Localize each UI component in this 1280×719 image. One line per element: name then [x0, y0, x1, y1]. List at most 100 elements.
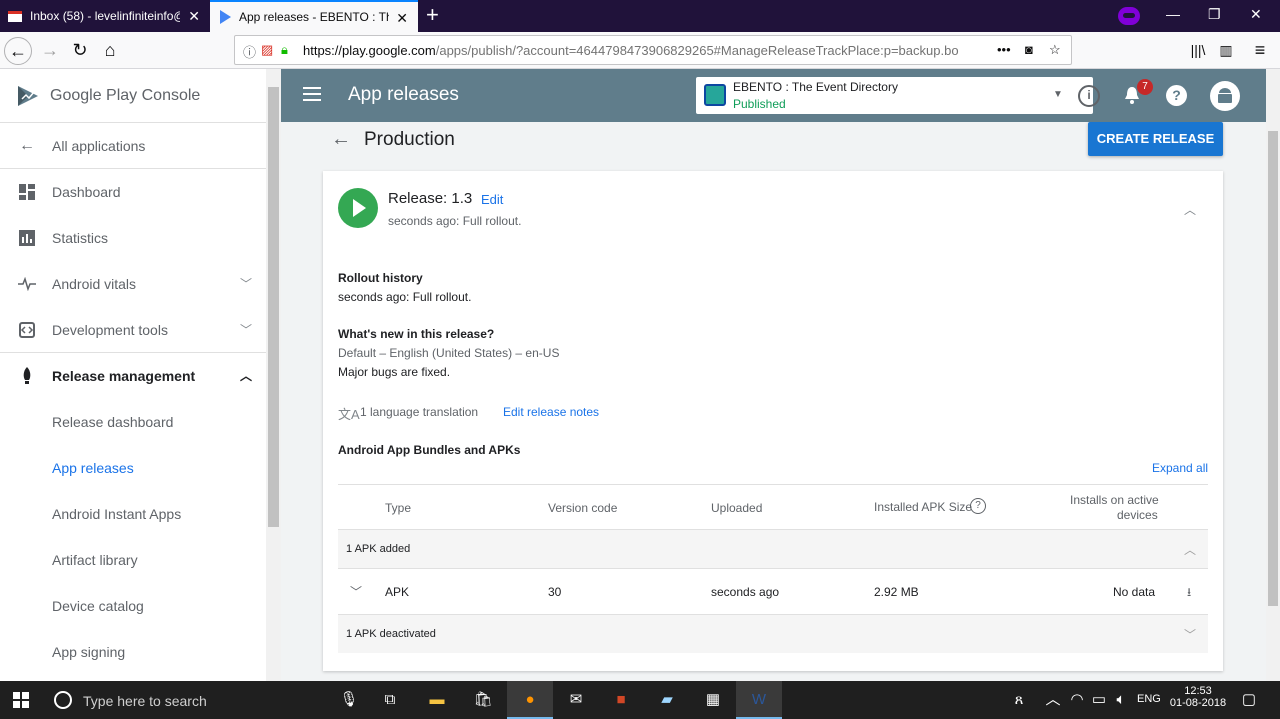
chevron-down-icon[interactable]: ﹀	[240, 321, 252, 338]
cell-uploaded: seconds ago	[711, 585, 780, 599]
help-circle-icon[interactable]: ?	[970, 498, 986, 514]
bar-chart-icon	[18, 229, 36, 247]
new-tab-button[interactable]: +	[426, 3, 439, 27]
table-row[interactable]: ﹀ APK 30 seconds ago 2.92 MB No data ⭳	[338, 568, 1208, 614]
forward-button[interactable]: →	[36, 37, 64, 65]
calculator-icon[interactable]: ▦	[702, 690, 724, 710]
sidebar-item-artifact-library[interactable]: Artifact library	[0, 537, 280, 583]
column-header-uploaded: Uploaded	[711, 501, 763, 515]
bundles-label: Android App Bundles and APKs	[338, 443, 521, 457]
close-window-icon[interactable]: ✕	[1250, 6, 1262, 23]
group-row-apk-deactivated[interactable]: 1 APK deactivated ﹀	[338, 614, 1208, 653]
sidebar-toggle-icon[interactable]: ▥	[1212, 37, 1240, 65]
task-view-icon[interactable]: ⧉	[379, 690, 401, 710]
sidebar-item-release-dashboard[interactable]: Release dashboard	[0, 399, 280, 445]
search-placeholder: Type here to search	[83, 693, 207, 709]
sidebar-item-label: Android vitals	[52, 276, 137, 292]
windows-start-icon[interactable]	[13, 692, 29, 708]
sidebar-item-statistics[interactable]: Statistics	[0, 215, 280, 261]
main-scrollbar[interactable]	[1266, 69, 1280, 681]
chevron-down-icon[interactable]: ﹀	[240, 275, 252, 292]
battery-icon[interactable]: ▭	[1088, 690, 1110, 710]
scrollbar-thumb[interactable]	[268, 87, 279, 527]
tab-inbox[interactable]: Inbox (58) - levelinfiniteinfo@g ✕	[0, 0, 210, 32]
sidebar-item-dashboard[interactable]: Dashboard	[0, 169, 280, 215]
home-button[interactable]: ⌂	[96, 37, 124, 65]
sidebar-scrollbar[interactable]	[266, 69, 281, 681]
cell-installs: No data	[1113, 585, 1156, 599]
blocked-media-icon[interactable]: ▨	[261, 42, 273, 58]
expand-all-link[interactable]: Expand all	[1152, 461, 1208, 475]
private-browsing-icon	[1118, 7, 1140, 25]
rollout-history-label: Rollout history	[338, 271, 423, 285]
taskbar-search[interactable]: Type here to search	[48, 684, 365, 716]
close-icon[interactable]: ✕	[396, 10, 408, 27]
menu-icon[interactable]	[303, 87, 321, 101]
clock[interactable]: 12:53 01-08-2018	[1168, 685, 1228, 709]
url-bar[interactable]: ⓘ ▨ 🔒︎ https://play.google.com/apps/publ…	[234, 35, 1072, 65]
tab-title: App releases - EBENTO : The Ev	[239, 10, 389, 24]
powerpoint-icon[interactable]: ■	[610, 690, 632, 710]
bookmark-star-icon[interactable]: ☆	[1049, 42, 1061, 58]
close-icon[interactable]: ✕	[188, 8, 200, 25]
sidebar-item-android-instant-apps[interactable]: Android Instant Apps	[0, 491, 280, 537]
microphone-icon[interactable]: 🎙︎	[338, 690, 360, 710]
notepad-icon[interactable]: ▰	[656, 690, 678, 710]
action-center-icon[interactable]: ▢	[1238, 690, 1260, 710]
chevron-up-icon[interactable]: ︿	[1184, 201, 1196, 218]
page-actions-icon[interactable]: •••	[997, 42, 1011, 57]
browser-nav-bar: ← → ↻ ⌂ ⓘ ▨ 🔒︎ https://play.google.com/a…	[0, 32, 1280, 69]
create-release-button[interactable]: CREATE RELEASE	[1088, 122, 1223, 156]
dashboard-icon	[18, 183, 36, 201]
tab-app-releases[interactable]: App releases - EBENTO : The Ev ✕	[210, 0, 418, 32]
sidebar-item-android-vitals[interactable]: Android vitals ﹀	[0, 261, 280, 307]
people-icon[interactable]: ጸ	[1008, 690, 1030, 710]
sidebar-item-label: Dashboard	[52, 184, 121, 200]
info-icon[interactable]: i	[1078, 85, 1100, 107]
sidebar-item-development-tools[interactable]: Development tools ﹀	[0, 307, 280, 353]
sidebar-item-release-management[interactable]: Release management ︿	[0, 353, 280, 399]
scrollbar-thumb[interactable]	[1268, 131, 1278, 606]
volume-icon[interactable]: 🔈︎	[1110, 690, 1132, 710]
help-icon[interactable]: ?	[1166, 85, 1187, 106]
chevron-down-icon[interactable]: ﹀	[1184, 626, 1196, 643]
sidebar-item-device-catalog[interactable]: Device catalog	[0, 583, 280, 629]
tray-chevron-up-icon[interactable]: ︿	[1042, 690, 1064, 710]
info-icon[interactable]: ⓘ	[243, 42, 256, 61]
edit-release-notes-link[interactable]: Edit release notes	[503, 405, 599, 419]
rocket-icon	[18, 367, 36, 385]
wifi-icon[interactable]: ◠	[1066, 690, 1088, 710]
app-selector[interactable]: EBENTO : The Event Directory Published ▼…	[696, 77, 1100, 114]
store-icon[interactable]: 🛍︎	[472, 690, 494, 710]
lock-icon[interactable]: 🔒︎	[281, 42, 288, 58]
language-indicator[interactable]: ENG	[1137, 693, 1161, 705]
avatar[interactable]	[1210, 81, 1240, 111]
hamburger-menu-icon[interactable]: ≡	[1246, 37, 1274, 65]
track-title: Production	[364, 129, 455, 150]
expand-row-icon[interactable]: ﹀	[350, 583, 362, 600]
sidebar-item-app-signing[interactable]: App signing	[0, 629, 280, 675]
back-arrow-icon[interactable]: ←	[331, 128, 351, 151]
restore-icon[interactable]: ❐	[1208, 6, 1221, 23]
mail-icon[interactable]: ✉	[565, 690, 587, 710]
minimize-icon[interactable]: —	[1166, 6, 1180, 22]
pocket-icon[interactable]: ◙	[1025, 42, 1033, 57]
sidebar-item-app-releases[interactable]: App releases	[0, 445, 280, 491]
main-content: ← Production CREATE RELEASE Release: 1.3…	[281, 122, 1266, 681]
word-icon: W	[751, 691, 767, 708]
cell-apk-size: 2.92 MB	[874, 585, 919, 599]
console-logo[interactable]: Google Play Console	[0, 69, 280, 123]
sidebar-item-all-applications[interactable]: ← All applications	[0, 123, 280, 169]
chevron-up-icon[interactable]: ︿	[240, 367, 252, 384]
dropdown-arrow-icon[interactable]: ▼	[1053, 89, 1063, 100]
whats-new-text: Major bugs are fixed.	[338, 365, 451, 379]
chevron-up-icon[interactable]: ︿	[1184, 541, 1196, 558]
reload-button[interactable]: ↻	[66, 37, 94, 65]
back-button[interactable]: ←	[4, 37, 32, 65]
file-explorer-icon[interactable]: ▬	[426, 690, 448, 710]
download-icon[interactable]: ⭳	[1187, 583, 1191, 604]
edit-release-link[interactable]: Edit	[481, 192, 503, 207]
clock-date: 01-08-2018	[1169, 697, 1227, 709]
group-row-apk-added[interactable]: 1 APK added ︿	[338, 529, 1208, 568]
library-icon[interactable]: |||\	[1184, 37, 1212, 65]
